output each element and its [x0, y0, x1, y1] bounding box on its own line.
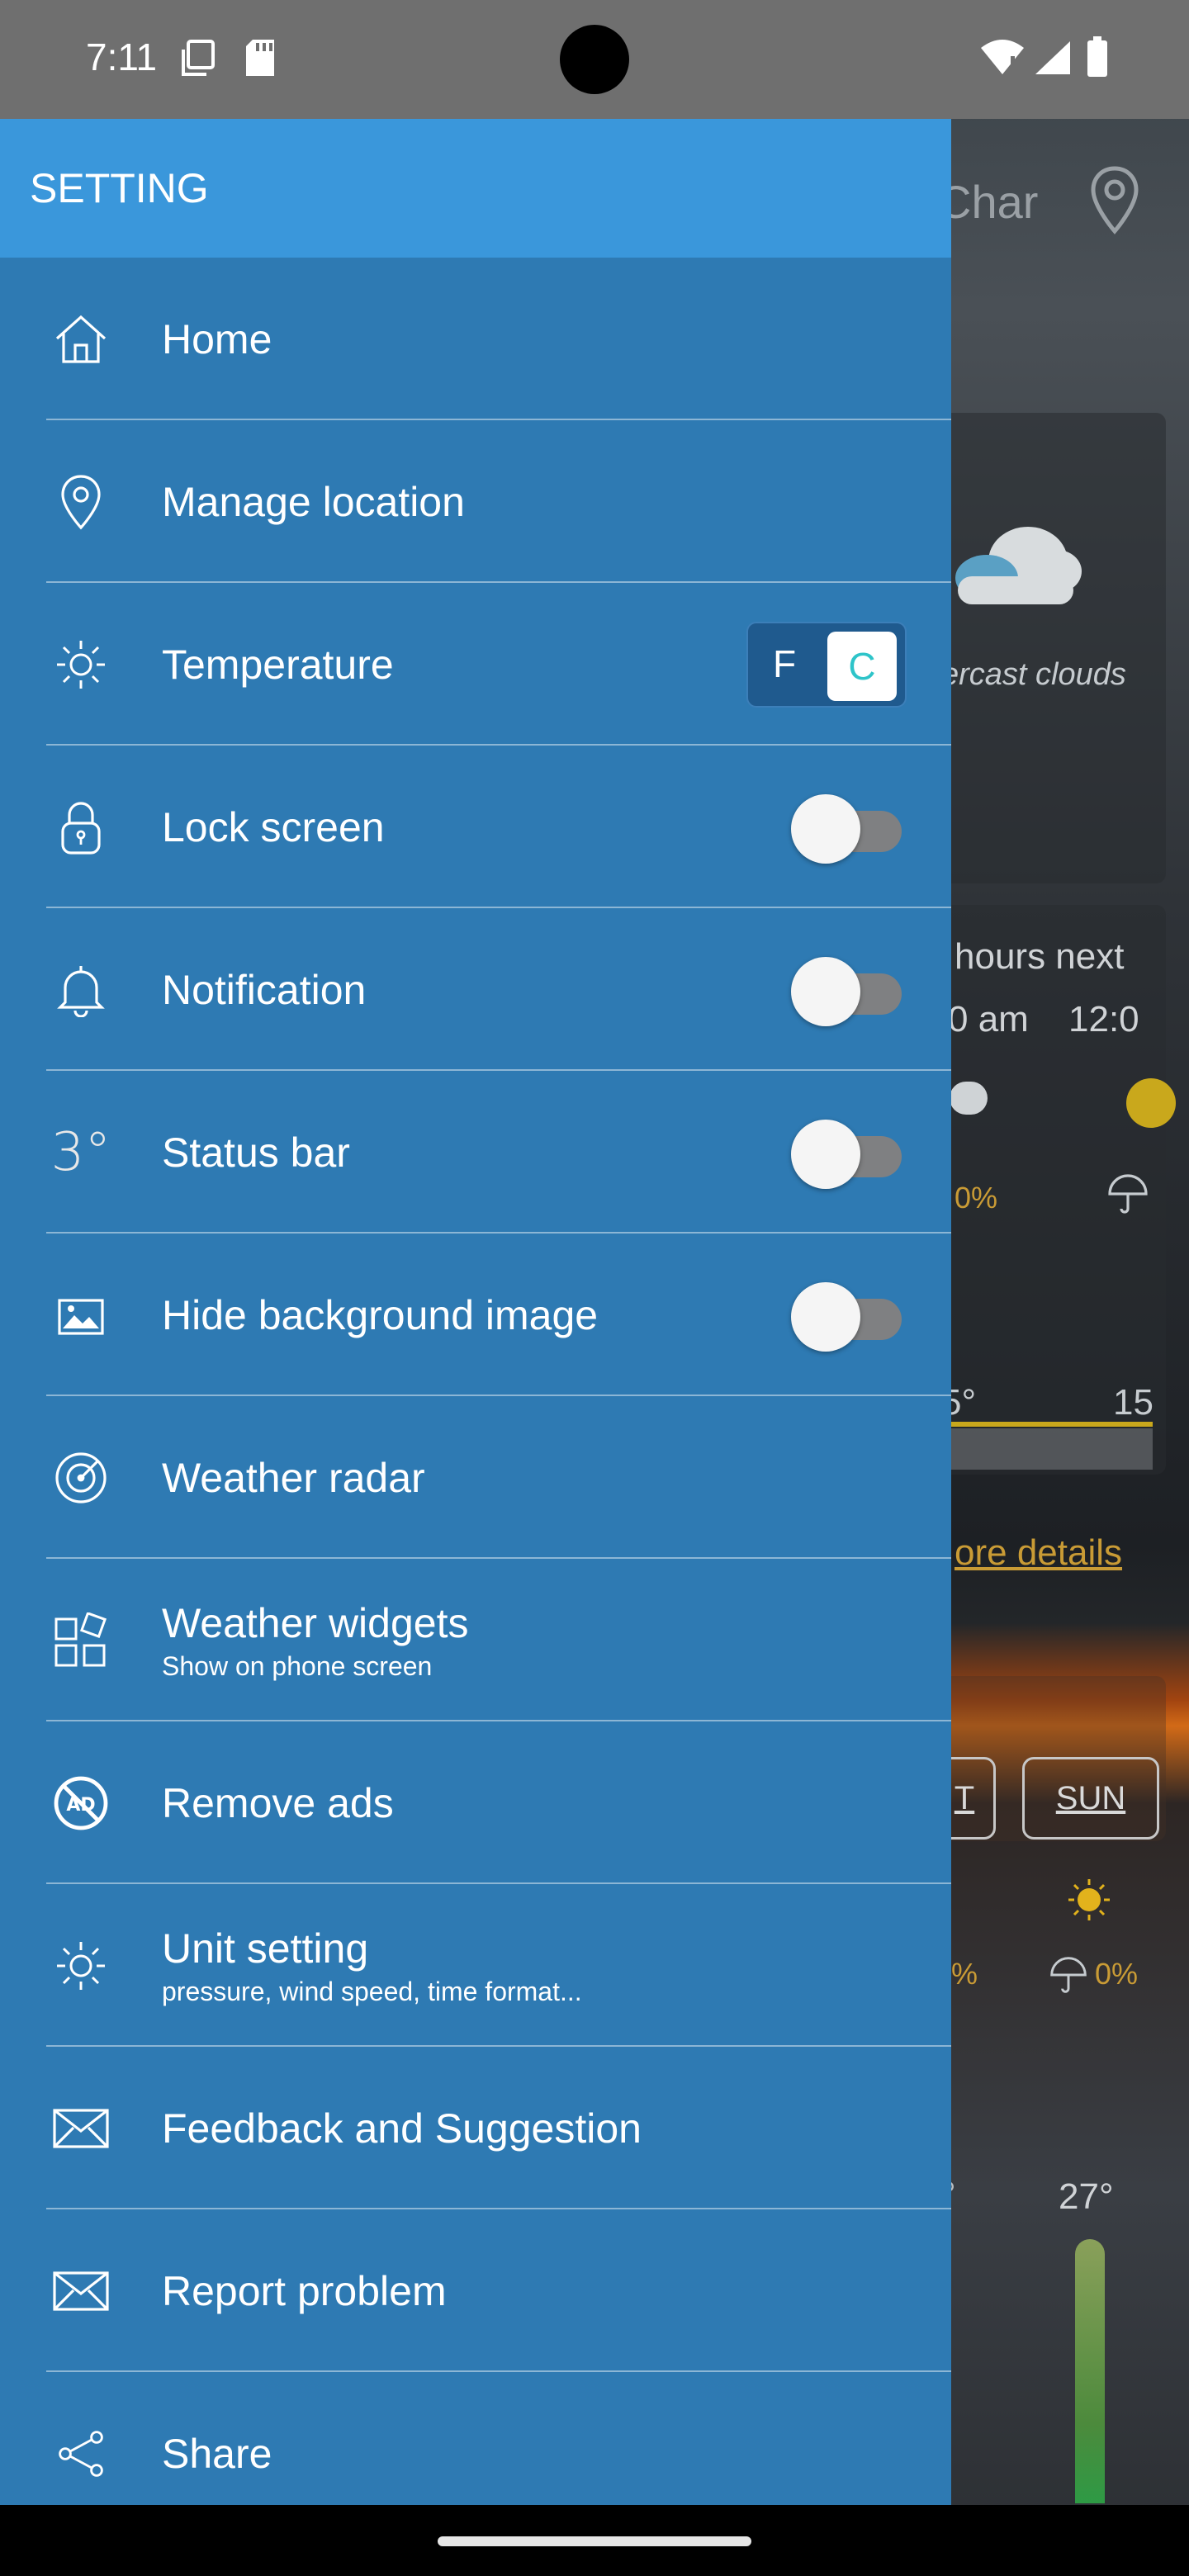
- menu-item-unit-setting[interactable]: Unit setting pressure, wind speed, time …: [0, 1884, 951, 2047]
- toggle-knob: [791, 956, 860, 1026]
- mail-icon: [50, 2097, 112, 2160]
- menu-item-home[interactable]: Home: [0, 258, 951, 420]
- toggle-knob: [791, 1281, 860, 1352]
- temperature-3-icon: 3°: [50, 1121, 112, 1184]
- menu-item-notification: Notification: [0, 908, 951, 1071]
- menu-item-hide-background: Hide background image: [0, 1234, 951, 1396]
- sun-icon: [50, 633, 112, 696]
- menu-label-home: Home: [162, 315, 272, 362]
- menu-item-report-problem[interactable]: Report problem: [0, 2209, 951, 2372]
- bg-temp-line: [941, 1422, 1153, 1427]
- menu-item-share[interactable]: Share: [0, 2372, 951, 2505]
- bg-precip-2: %: [951, 1957, 978, 1991]
- menu-item-temperature: Temperature F C: [0, 583, 951, 746]
- wifi-icon: [979, 38, 1026, 80]
- widgets-icon: [50, 1609, 112, 1672]
- unit-f-label[interactable]: F: [773, 642, 796, 686]
- notification-toggle[interactable]: [791, 956, 907, 1026]
- temperature-unit-switch[interactable]: F C: [746, 621, 907, 708]
- menu-label-notification: Notification: [162, 966, 367, 1013]
- no-ads-icon: AD: [50, 1772, 112, 1835]
- status-time: 7:11: [86, 36, 158, 78]
- unit-c-label[interactable]: C: [827, 631, 897, 701]
- bg-precip-3: 0%: [1095, 1957, 1139, 1991]
- share-icon: [50, 2422, 112, 2485]
- svg-text:AD: AD: [66, 1795, 95, 1816]
- bg-header-text: Char: [938, 176, 1039, 228]
- menu-label-unit-setting: Unit setting: [162, 1925, 369, 1972]
- front-camera: [560, 25, 629, 94]
- menu-label-share: Share: [162, 2430, 272, 2477]
- cell-signal-icon: [1034, 40, 1072, 80]
- bg-temp-bar: [941, 1428, 1153, 1470]
- menu-label-report-problem: Report problem: [162, 2267, 447, 2314]
- location-pin-icon: [50, 471, 112, 533]
- bg-current-panel: [941, 413, 1166, 883]
- menu-label-hide-background: Hide background image: [162, 1291, 599, 1338]
- bg-temp-range-bar: [1075, 2239, 1105, 2503]
- screenshot-icon: [178, 38, 218, 83]
- settings-drawer: SETTING Home Manage location Temperature…: [0, 119, 951, 2505]
- bg-precip-1: 0%: [955, 1181, 998, 1215]
- menu-label-status-bar: Status bar: [162, 1129, 350, 1176]
- menu-item-status-bar: 3° Status bar: [0, 1071, 951, 1234]
- radar-icon: [50, 1447, 112, 1509]
- menu-item-remove-ads[interactable]: AD Remove ads: [0, 1721, 951, 1884]
- drawer-header: SETTING: [0, 119, 951, 258]
- location-pin-icon: [1088, 165, 1141, 239]
- status-bar: 7:11: [0, 0, 1189, 119]
- bg-hours-title: hours next: [955, 936, 1125, 977]
- cloud-icon: [941, 512, 1082, 615]
- menu-sub-weather-widgets: Show on phone screen: [162, 1650, 433, 1681]
- home-icon: [50, 308, 112, 371]
- menu-label-feedback: Feedback and Suggestion: [162, 2105, 642, 2152]
- lock-icon: [50, 796, 112, 859]
- hide-background-toggle[interactable]: [791, 1281, 907, 1352]
- menu-sub-unit-setting: pressure, wind speed, time format...: [162, 1976, 582, 2006]
- navigation-bar: [0, 2505, 1189, 2576]
- bg-hour-2: 12:0: [1068, 999, 1139, 1039]
- bg-more-details-link: ore details: [955, 1532, 1123, 1573]
- bell-icon: [50, 959, 112, 1021]
- mail-icon: [50, 2260, 112, 2323]
- umbrella-icon: [1106, 1172, 1149, 1219]
- menu-label-lock-screen: Lock screen: [162, 803, 385, 850]
- status-bar-icon-text: 3°: [50, 1121, 111, 1183]
- menu-item-feedback[interactable]: Feedback and Suggestion: [0, 2047, 951, 2209]
- toggle-knob: [791, 1119, 860, 1189]
- bg-day-sun: SUN: [1022, 1757, 1159, 1840]
- bg-temp-partial-2: 15: [1113, 1382, 1153, 1423]
- gear-sun-icon: [50, 1934, 112, 1997]
- menu-item-weather-radar[interactable]: Weather radar: [0, 1396, 951, 1559]
- status-bar-toggle[interactable]: [791, 1119, 907, 1189]
- menu-label-temperature: Temperature: [162, 641, 394, 688]
- umbrella-day-icon: [1049, 1955, 1088, 1999]
- sun-day-icon: [1067, 1878, 1111, 1926]
- cloud-small-icon: [950, 1082, 988, 1115]
- bg-condition: ercast clouds: [941, 657, 1126, 692]
- drawer-title: SETTING: [30, 165, 209, 211]
- bg-temp-high: 27°: [1059, 2176, 1114, 2217]
- toggle-knob: [791, 793, 860, 864]
- menu-item-manage-location[interactable]: Manage location: [0, 420, 951, 583]
- menu-label-weather-radar: Weather radar: [162, 1454, 425, 1501]
- menu-label-weather-widgets: Weather widgets: [162, 1599, 469, 1646]
- battery-icon: [1087, 36, 1108, 82]
- home-gesture-handle[interactable]: [438, 2536, 751, 2546]
- menu-item-lock-screen: Lock screen: [0, 746, 951, 908]
- menu-label-remove-ads: Remove ads: [162, 1779, 394, 1826]
- sun-small-icon: [1126, 1078, 1176, 1128]
- image-icon: [50, 1284, 112, 1347]
- menu-item-weather-widgets[interactable]: Weather widgets Show on phone screen: [0, 1559, 951, 1721]
- sd-card-icon: [243, 38, 277, 82]
- menu-label-manage-location: Manage location: [162, 478, 465, 525]
- bg-hour-1: 0 am: [948, 999, 1029, 1039]
- lock-screen-toggle[interactable]: [791, 793, 907, 864]
